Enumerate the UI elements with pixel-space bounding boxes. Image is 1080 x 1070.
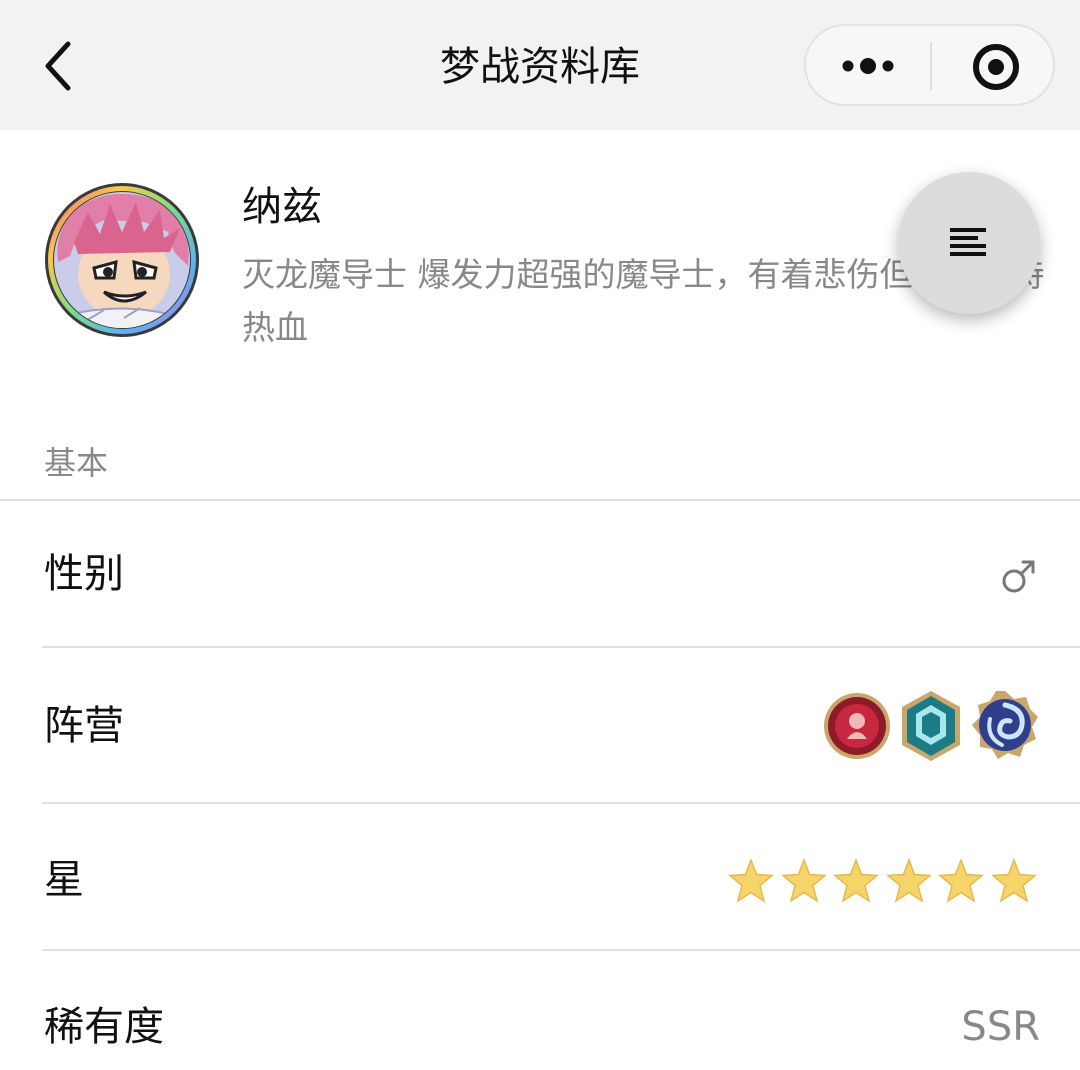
stars-row: 星 — [0, 804, 1080, 951]
hero-avatar — [44, 182, 200, 338]
menu-fab-button[interactable] — [898, 172, 1040, 314]
star-rating — [728, 858, 1048, 906]
hero-name: 纳兹 — [242, 184, 322, 230]
rarity-label: 稀有度 — [44, 1004, 164, 1050]
menu-lines-icon — [950, 228, 986, 256]
section-label-basic: 基本 — [44, 444, 109, 482]
teal-crystal-badge-icon — [902, 691, 960, 761]
more-dots-icon — [842, 58, 894, 74]
stars-label: 星 — [44, 857, 84, 903]
top-navigation-bar: 梦战资料库 — [0, 0, 1080, 130]
target-close-icon — [973, 44, 1019, 90]
gender-label: 性别 — [44, 551, 124, 597]
star-icon — [833, 858, 879, 903]
star-icon — [885, 858, 932, 903]
blue-swirl-badge-icon — [972, 691, 1038, 759]
rarity-row: 稀有度 SSR — [0, 951, 1080, 1070]
gender-row: 性别 — [0, 501, 1080, 648]
male-symbol-icon — [1002, 560, 1035, 593]
close-button[interactable] — [932, 26, 1053, 104]
red-faction-badge-icon — [824, 693, 890, 759]
rarity-value: SSR — [961, 1004, 1040, 1050]
star-icon — [990, 858, 1037, 903]
star-icon — [938, 858, 984, 903]
more-button[interactable] — [806, 26, 930, 104]
faction-label: 阵营 — [44, 703, 124, 749]
star-icon — [728, 858, 774, 903]
faction-row: 阵营 — [0, 647, 1080, 804]
star-icon — [780, 858, 827, 903]
mini-program-capsule — [804, 24, 1055, 106]
